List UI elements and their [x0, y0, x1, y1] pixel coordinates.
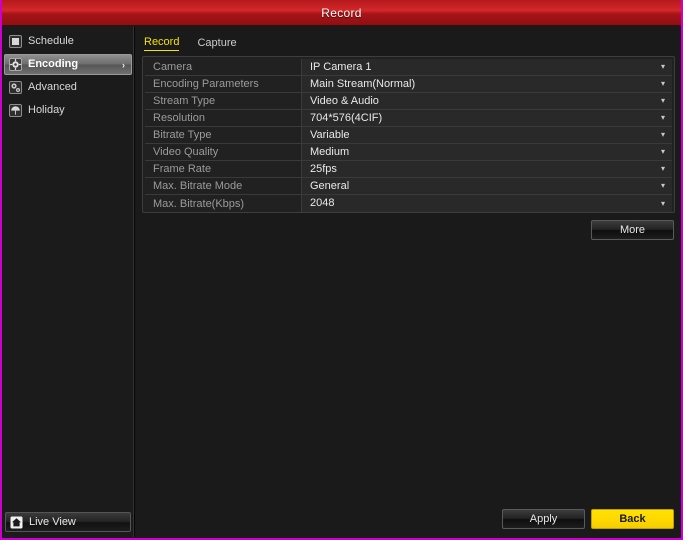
setting-label: Frame Rate [145, 161, 302, 177]
setting-dropdown[interactable]: 2048 ▾ [302, 195, 672, 212]
settings-table: Camera IP Camera 1 ▾ Encoding Parameters… [142, 56, 675, 213]
live-view-button[interactable]: Live View [5, 512, 131, 532]
live-view-label: Live View [29, 516, 76, 528]
setting-row-frame-rate[interactable]: Frame Rate 25fps ▾ [145, 161, 672, 178]
sidebar-item-label: Advanced [28, 81, 77, 93]
setting-row-encoding-parameters[interactable]: Encoding Parameters Main Stream(Normal) … [145, 76, 672, 93]
setting-row-resolution[interactable]: Resolution 704*576(4CIF) ▾ [145, 110, 672, 127]
setting-label: Max. Bitrate(Kbps) [145, 195, 302, 212]
live-view-container: Live View [2, 508, 134, 537]
content-filler [142, 240, 675, 509]
chevron-down-icon: ▾ [660, 96, 665, 105]
setting-value: Video & Audio [310, 94, 379, 107]
setting-dropdown[interactable]: Variable ▾ [302, 127, 672, 143]
setting-row-max-bitrate-kbps[interactable]: Max. Bitrate(Kbps) 2048 ▾ [145, 195, 672, 212]
setting-row-stream-type[interactable]: Stream Type Video & Audio ▾ [145, 93, 672, 110]
footer-actions: Apply Back [142, 509, 675, 531]
setting-label: Max. Bitrate Mode [145, 178, 302, 194]
setting-dropdown[interactable]: IP Camera 1 ▾ [302, 59, 672, 75]
chevron-down-icon: ▾ [660, 198, 665, 208]
setting-value: General [310, 179, 350, 192]
window-body: Schedule Encoding › Advanced Holiday Liv… [2, 26, 681, 537]
apply-button[interactable]: Apply [502, 509, 585, 529]
setting-value: IP Camera 1 [310, 60, 372, 73]
setting-dropdown[interactable]: Main Stream(Normal) ▾ [302, 76, 672, 92]
chevron-down-icon: ▾ [660, 164, 665, 173]
setting-dropdown[interactable]: General ▾ [302, 178, 672, 194]
home-icon [10, 516, 23, 529]
sidebar-item-label: Holiday [28, 104, 65, 116]
setting-label: Video Quality [145, 144, 302, 160]
sidebar: Schedule Encoding › Advanced Holiday Liv… [2, 26, 135, 537]
gears-icon [9, 81, 22, 94]
setting-value: 2048 [310, 197, 335, 209]
back-button[interactable]: Back [591, 509, 674, 529]
sidebar-item-label: Encoding [28, 58, 79, 70]
window-titlebar: Record [2, 0, 681, 26]
setting-value: Main Stream(Normal) [310, 77, 416, 90]
setting-value: Medium [310, 145, 350, 158]
setting-value: 25fps [310, 162, 337, 175]
sidebar-item-schedule[interactable]: Schedule [4, 31, 132, 52]
setting-label: Camera [145, 59, 302, 75]
setting-row-video-quality[interactable]: Video Quality Medium ▾ [145, 144, 672, 161]
sidebar-item-encoding[interactable]: Encoding › [4, 54, 132, 75]
sidebar-item-advanced[interactable]: Advanced [4, 77, 132, 98]
setting-label: Encoding Parameters [145, 76, 302, 92]
setting-label: Resolution [145, 110, 302, 126]
window-title: Record [321, 5, 362, 20]
gear-icon [9, 58, 22, 71]
setting-label: Bitrate Type [145, 127, 302, 143]
chevron-down-icon: ▾ [660, 130, 665, 139]
chevron-down-icon: ▾ [660, 113, 665, 122]
more-button[interactable]: More [591, 220, 674, 240]
setting-value: 704*576(4CIF) [310, 111, 383, 124]
tab-bar: Record Capture [142, 33, 675, 51]
sidebar-item-label: Schedule [28, 35, 74, 47]
more-button-row: More [142, 220, 675, 240]
setting-label: Stream Type [145, 93, 302, 109]
umbrella-icon [9, 104, 22, 117]
setting-row-camera[interactable]: Camera IP Camera 1 ▾ [145, 59, 672, 76]
record-settings-window: Record Schedule Encoding › Advanced Holi… [0, 0, 683, 540]
chevron-down-icon: ▾ [660, 147, 665, 156]
setting-dropdown[interactable]: Medium ▾ [302, 144, 672, 160]
setting-row-bitrate-type[interactable]: Bitrate Type Variable ▾ [145, 127, 672, 144]
sidebar-item-holiday[interactable]: Holiday [4, 100, 132, 121]
chevron-down-icon: ▾ [660, 79, 665, 88]
main-panel: Record Capture Camera IP Camera 1 ▾ Enco… [135, 26, 681, 537]
setting-dropdown[interactable]: Video & Audio ▾ [302, 93, 672, 109]
chevron-down-icon: ▾ [660, 62, 665, 71]
chevron-down-icon: ▾ [660, 181, 665, 190]
tab-record[interactable]: Record [144, 36, 180, 51]
setting-row-max-bitrate-mode[interactable]: Max. Bitrate Mode General ▾ [145, 178, 672, 195]
setting-dropdown[interactable]: 25fps ▾ [302, 161, 672, 177]
calendar-icon [9, 35, 22, 48]
setting-dropdown[interactable]: 704*576(4CIF) ▾ [302, 110, 672, 126]
tab-capture[interactable]: Capture [197, 37, 236, 51]
chevron-right-icon: › [122, 59, 125, 70]
setting-value: Variable [310, 128, 350, 141]
